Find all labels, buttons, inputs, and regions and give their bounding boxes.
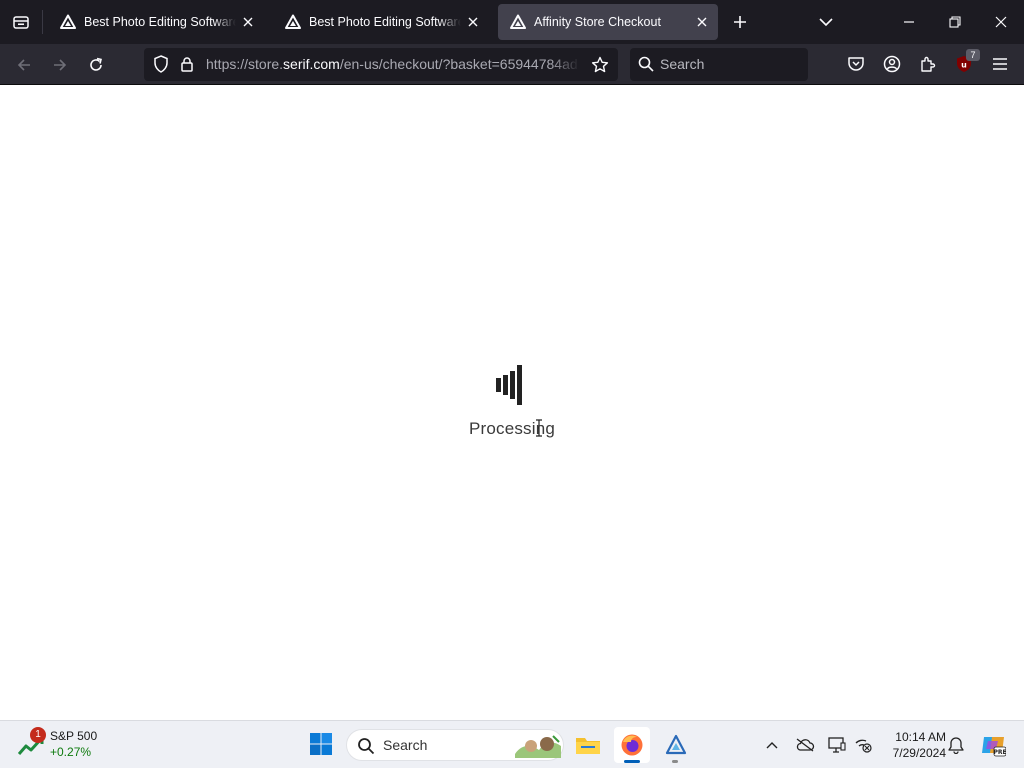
puzzle-icon	[921, 56, 936, 72]
restore-button[interactable]	[932, 0, 978, 44]
copilot-button[interactable]: PRE	[980, 733, 1006, 757]
taskbar-search-box[interactable]: Search	[346, 729, 564, 761]
pocket-button[interactable]	[844, 52, 868, 76]
minimize-button[interactable]	[886, 0, 932, 44]
svg-text:u: u	[961, 61, 967, 70]
close-window-button[interactable]	[978, 0, 1024, 44]
taskbar-search-placeholder: Search	[383, 737, 428, 753]
cloud-off-icon	[796, 738, 815, 752]
tracking-protection-shield-icon[interactable]	[152, 55, 170, 73]
bell-icon	[948, 737, 964, 754]
running-indicator	[672, 760, 678, 763]
network-tray-button[interactable]	[851, 733, 875, 757]
close-icon	[995, 16, 1007, 28]
bookmark-star-icon[interactable]	[590, 55, 610, 75]
stock-widget[interactable]: 1 S&P 500 +0.27%	[16, 727, 126, 763]
stock-name: S&P 500	[50, 729, 98, 743]
system-clock[interactable]: 10:14 AM 7/29/2024	[880, 729, 946, 761]
onedrive-tray-button[interactable]	[793, 733, 817, 757]
affinity-taskbar-button[interactable]	[658, 727, 694, 763]
chevron-down-icon	[819, 18, 833, 27]
windows-taskbar: 1 S&P 500 +0.27% Search 10:14 AM 7/29/20…	[0, 720, 1024, 768]
processing-spinner-icon	[496, 365, 530, 405]
ublock-origin-button[interactable]: u 7	[952, 49, 980, 76]
clock-time: 10:14 AM	[895, 730, 946, 744]
firefox-view-button[interactable]	[0, 0, 42, 44]
display-tray-button[interactable]	[825, 733, 849, 757]
firefox-view-icon	[13, 16, 29, 29]
network-disconnected-icon	[855, 739, 872, 753]
notification-badge: 1	[30, 727, 46, 743]
restore-icon	[949, 16, 961, 28]
affinity-favicon-icon	[60, 14, 76, 30]
affinity-favicon-icon	[510, 14, 526, 30]
pocket-icon	[848, 57, 864, 71]
blocked-count-badge: 7	[966, 49, 980, 61]
account-icon	[883, 55, 901, 73]
reload-button[interactable]	[81, 50, 111, 80]
search-bar[interactable]: Search	[630, 48, 808, 81]
url-domain: serif.com	[283, 56, 340, 72]
affinity-favicon-icon	[285, 14, 301, 30]
tab-title: Affinity Store Checkout	[534, 15, 661, 29]
copilot-icon: PRE	[982, 737, 1006, 757]
arrow-left-icon	[17, 59, 30, 71]
tab-separator	[42, 10, 43, 34]
plus-icon	[734, 16, 746, 28]
back-button[interactable]	[9, 50, 39, 80]
windows-logo-icon	[310, 733, 332, 755]
app-menu-button[interactable]	[988, 52, 1012, 76]
tab-photo-editing-2[interactable]: Best Photo Editing Software | Af	[273, 4, 489, 40]
navigation-toolbar: https://store.serif.com/en-us/checkout/?…	[0, 44, 1024, 85]
url-path: /en-us/checkout/?basket=65944784ad	[339, 56, 578, 72]
address-bar[interactable]: https://store.serif.com/en-us/checkout/?…	[144, 48, 618, 81]
folder-icon	[576, 738, 600, 754]
browser-tab-bar: Best Photo Editing Software | Af Best Ph…	[0, 0, 1024, 44]
running-indicator	[624, 760, 640, 763]
search-icon	[358, 738, 375, 755]
close-tab-icon[interactable]	[690, 10, 714, 34]
reload-icon	[90, 57, 102, 71]
firefox-taskbar-button[interactable]	[614, 727, 650, 763]
show-hidden-icons-button[interactable]	[760, 733, 784, 757]
close-tab-icon[interactable]	[461, 10, 485, 34]
lock-icon[interactable]	[178, 55, 196, 73]
url-text[interactable]: https://store.serif.com/en-us/checkout/?…	[206, 48, 580, 81]
stock-change: +0.27%	[50, 745, 92, 759]
close-tab-icon[interactable]	[236, 10, 260, 34]
account-button[interactable]	[880, 52, 904, 76]
search-highlight-art-icon	[515, 735, 561, 758]
minimize-icon	[904, 21, 914, 23]
affinity-icon	[665, 734, 687, 755]
forward-button[interactable]	[45, 50, 75, 80]
chevron-up-icon	[766, 742, 778, 749]
page-content: Processing	[0, 85, 1024, 720]
tab-title: Best Photo Editing Software | Af	[309, 15, 461, 29]
url-prefix: https://store.	[206, 56, 284, 72]
clock-date: 7/29/2024	[892, 746, 946, 760]
tab-affinity-store-checkout[interactable]: Affinity Store Checkout	[498, 4, 718, 40]
list-all-tabs-button[interactable]	[814, 10, 838, 34]
svg-text:PRE: PRE	[993, 749, 1006, 756]
file-explorer-taskbar-button[interactable]	[570, 727, 606, 763]
start-button[interactable]	[306, 729, 336, 759]
arrow-right-icon	[54, 59, 67, 71]
extensions-button[interactable]	[916, 52, 940, 76]
notifications-button[interactable]	[944, 733, 968, 757]
tab-title: Best Photo Editing Software | Af	[84, 15, 236, 29]
text-cursor-icon	[536, 419, 542, 437]
processing-status-text: Processing	[468, 419, 556, 438]
search-icon	[638, 56, 654, 72]
monitor-icon	[828, 737, 846, 753]
new-tab-button[interactable]	[728, 10, 752, 34]
firefox-icon	[621, 734, 643, 756]
hamburger-menu-icon	[993, 58, 1007, 70]
tab-photo-editing-1[interactable]: Best Photo Editing Software | Af	[48, 4, 264, 40]
search-placeholder: Search	[660, 56, 705, 72]
